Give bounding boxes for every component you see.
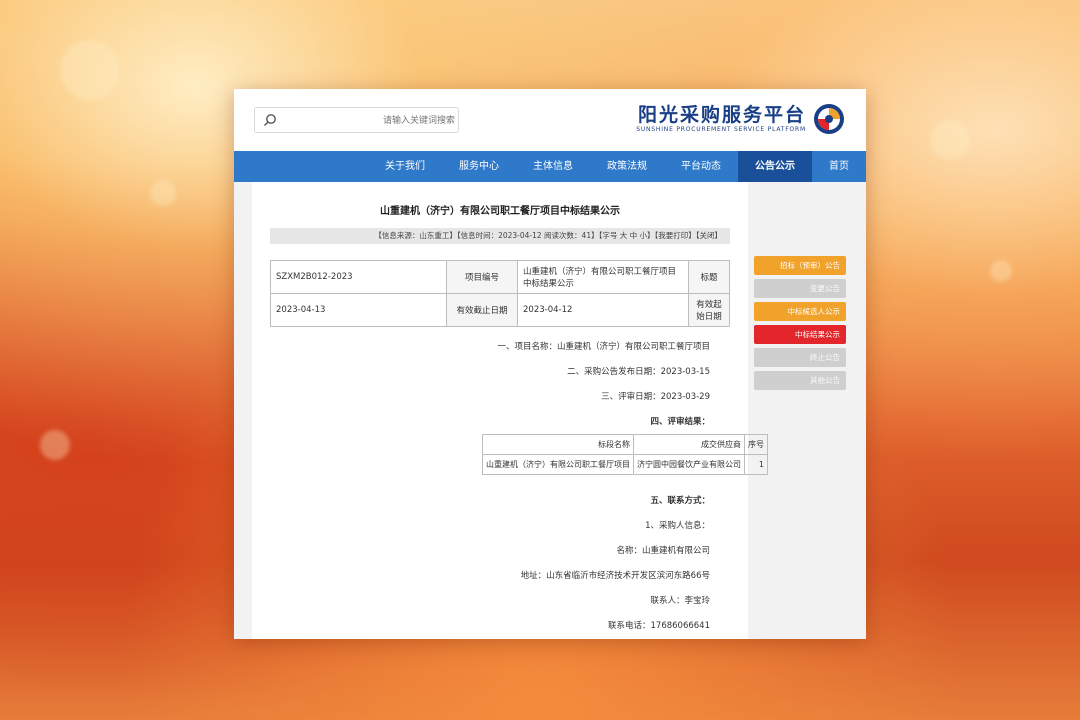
nav-about-us[interactable]: 关于我们	[368, 151, 442, 182]
table-cell: 标题	[688, 260, 730, 294]
table-header: 序号	[744, 434, 768, 455]
background-bokeh	[990, 260, 1012, 282]
result-table: 标段名称 成交供应商 序号 山重建机（济宁）有限公司职工餐厅项目 济宁圆中园餐饮…	[482, 434, 768, 475]
browser-window: 阳光采购服务平台 SUNSHINE PROCUREMENT SERVICE PL…	[234, 89, 866, 639]
logo-subtitle: SUNSHINE PROCUREMENT SERVICE PLATFORM	[636, 126, 806, 133]
sidebar-item-termination[interactable]: 终止公告	[754, 348, 846, 367]
table-header: 成交供应商	[633, 434, 745, 455]
nav-entity-info[interactable]: 主体信息	[516, 151, 590, 182]
table-cell: 有效起始日期	[688, 293, 730, 327]
contact-person-line: 联系人：李宝玲	[650, 596, 710, 606]
site-header: 阳光采购服务平台 SUNSHINE PROCUREMENT SERVICE PL…	[234, 89, 866, 151]
sidebar-item-tender[interactable]: 招标（预审）公告	[754, 256, 846, 275]
table-cell: 有效截止日期	[446, 293, 518, 327]
table-cell: 项目编号	[446, 260, 518, 294]
nav-service-center[interactable]: 服务中心	[442, 151, 516, 182]
contact-heading: 五、联系方式：	[650, 496, 710, 506]
table-cell: 济宁圆中园餐饮产业有限公司	[633, 454, 745, 475]
purchaser-address-line: 地址：山东省临沂市经济技术开发区滨河东路66号	[520, 571, 710, 581]
table-cell: 2023-04-12	[517, 293, 689, 327]
sidebar-item-candidates[interactable]: 中标候选人公示	[754, 302, 846, 321]
purchaser-name-line: 名称：山重建机有限公司	[616, 546, 710, 556]
table-row: 标段名称 成交供应商 序号	[482, 434, 768, 455]
article-panel: 山重建机（济宁）有限公司职工餐厅项目中标结果公示 【信息来源：山东重工】【信息时…	[252, 182, 768, 639]
background-bokeh	[60, 40, 120, 100]
site-logo[interactable]: 阳光采购服务平台 SUNSHINE PROCUREMENT SERVICE PL…	[636, 97, 846, 143]
main-nav: 首页 公告公示 平台动态 政策法规 主体信息 服务中心 关于我们	[234, 151, 866, 182]
nav-platform-news[interactable]: 平台动态	[664, 151, 738, 182]
nav-policies[interactable]: 政策法规	[590, 151, 664, 182]
table-header: 标段名称	[482, 434, 634, 455]
nav-home[interactable]: 首页	[812, 151, 866, 182]
content-area: 山重建机（济宁）有限公司职工餐厅项目中标结果公示 【信息来源：山东重工】【信息时…	[234, 182, 866, 639]
logo-icon	[814, 104, 844, 134]
search-icon[interactable]	[263, 113, 277, 127]
logo-title: 阳光采购服务平台	[637, 104, 806, 126]
table-cell: 1	[744, 454, 768, 475]
contact-phone-line: 联系电话：17686066641	[608, 621, 710, 631]
sidebar-item-change[interactable]: 变更公告	[754, 279, 846, 298]
table-cell: 山重建机（济宁）有限公司职工餐厅项目中标结果公示	[517, 260, 689, 294]
info-table: SZXM2B012-2023 项目编号 山重建机（济宁）有限公司职工餐厅项目中标…	[270, 260, 730, 327]
publish-date-line: 二、采购公告发布日期：2023-03-15	[567, 367, 710, 377]
review-date-line: 三、评审日期：2023-03-29	[601, 392, 710, 402]
search-box[interactable]	[254, 107, 459, 133]
sidebar-item-other[interactable]: 其他公告	[754, 371, 846, 390]
result-heading: 四、评审结果：	[650, 417, 710, 427]
background-bokeh	[150, 180, 176, 206]
table-row: 山重建机（济宁）有限公司职工餐厅项目 济宁圆中园餐饮产业有限公司 1	[482, 454, 768, 475]
table-cell: SZXM2B012-2023	[270, 260, 447, 294]
category-sidebar: 招标（预审）公告 变更公告 中标候选人公示 中标结果公示 终止公告 其他公告	[754, 256, 846, 394]
article-meta[interactable]: 【信息来源：山东重工】【信息时间：2023-04-12 阅读次数：41】【字号 …	[270, 228, 730, 244]
article-title: 山重建机（济宁）有限公司职工餐厅项目中标结果公示	[380, 206, 620, 217]
project-name-line: 一、项目名称：山重建机（济宁）有限公司职工餐厅项目	[497, 342, 710, 352]
search-input[interactable]	[285, 111, 457, 131]
table-cell: 2023-04-13	[270, 293, 447, 327]
background-bokeh	[930, 120, 970, 160]
nav-announcements[interactable]: 公告公示	[738, 151, 812, 182]
background-bokeh	[40, 430, 70, 460]
sidebar-item-results[interactable]: 中标结果公示	[754, 325, 846, 344]
table-cell: 山重建机（济宁）有限公司职工餐厅项目	[482, 454, 634, 475]
table-row: 2023-04-13 有效截止日期 2023-04-12 有效起始日期	[270, 293, 730, 327]
purchaser-line: 1、采购人信息：	[645, 521, 710, 531]
table-row: SZXM2B012-2023 项目编号 山重建机（济宁）有限公司职工餐厅项目中标…	[270, 260, 730, 294]
